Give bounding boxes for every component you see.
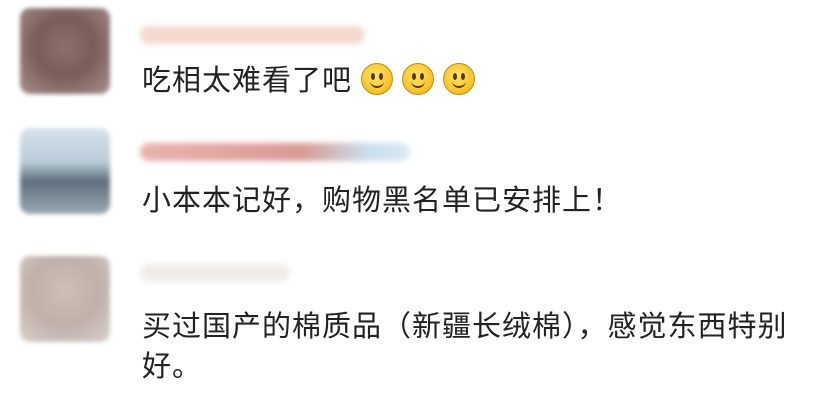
- comment-text-content: 吃相太难看了吧: [142, 63, 353, 97]
- username-blurred[interactable]: [140, 26, 365, 44]
- smile-emoji-icon: [402, 63, 435, 95]
- avatar[interactable]: [20, 256, 110, 342]
- avatar[interactable]: [20, 128, 110, 214]
- comment-text: 小本本记好，购物黑名单已安排上！: [142, 183, 623, 217]
- username-blurred[interactable]: [140, 264, 290, 282]
- comment-text: 买过国产的棉质品（新疆长绒棉），感觉东西特别好。: [142, 309, 788, 383]
- username-blurred[interactable]: [140, 143, 410, 161]
- comment-text: 吃相太难看了吧: [142, 60, 476, 100]
- smile-emoji-icon: [361, 63, 394, 95]
- avatar[interactable]: [20, 8, 110, 94]
- smile-emoji-icon: [443, 63, 476, 95]
